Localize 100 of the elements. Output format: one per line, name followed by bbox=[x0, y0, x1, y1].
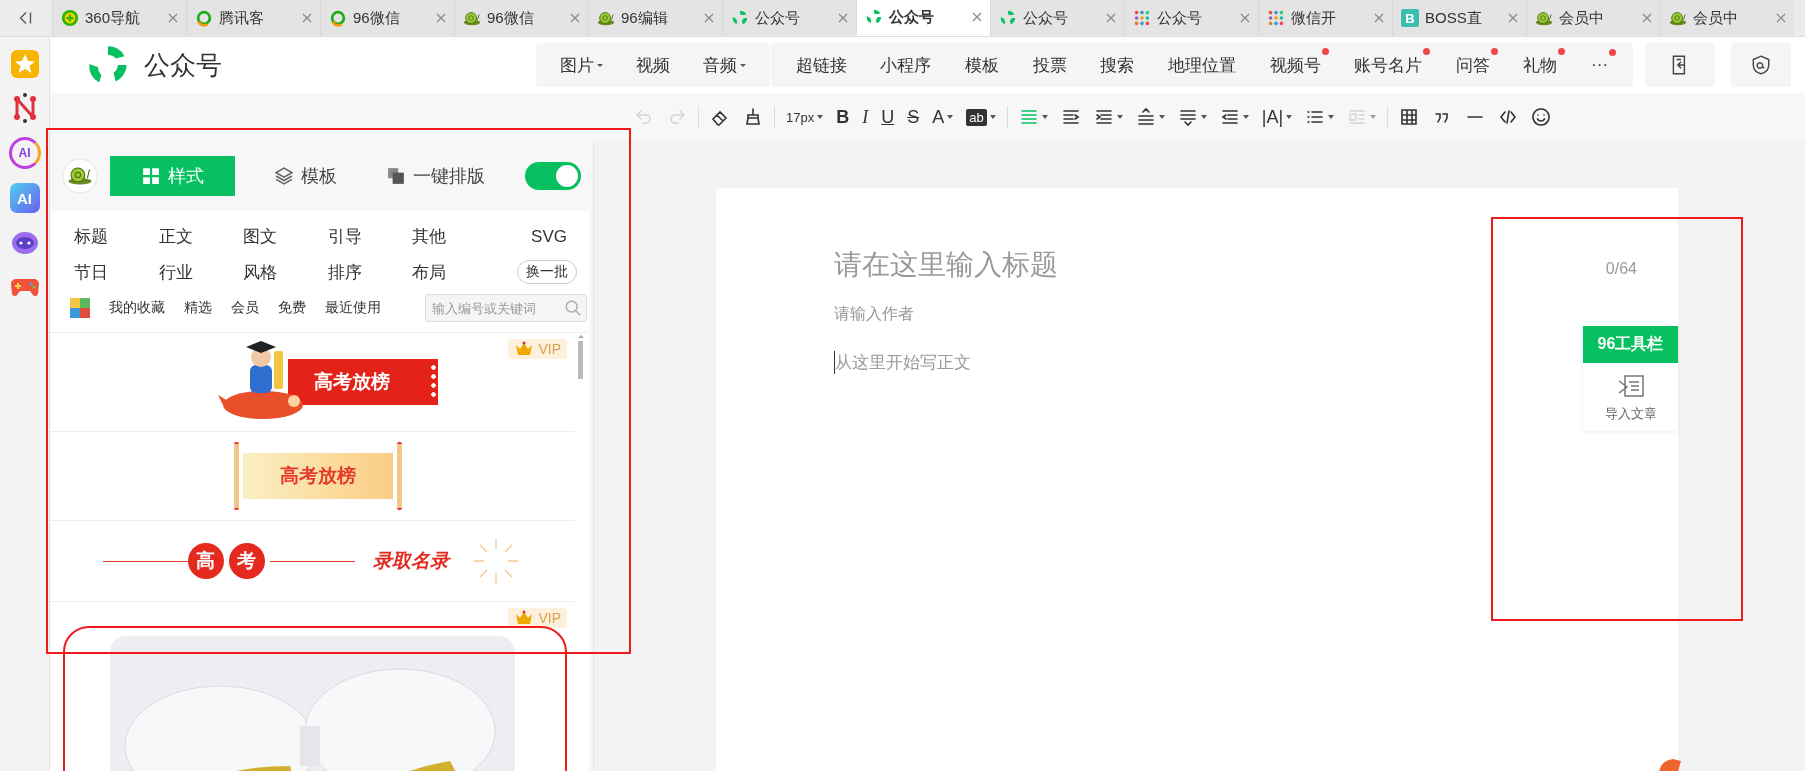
notification-dot bbox=[1321, 47, 1329, 55]
search-field[interactable]: 输入编号或关键词 bbox=[425, 294, 587, 322]
color-grid-icon[interactable] bbox=[70, 298, 90, 318]
insert-button[interactable]: 搜索 bbox=[1096, 47, 1139, 83]
browser-tab[interactable]: 公众号 bbox=[722, 0, 856, 36]
close-icon[interactable] bbox=[1374, 13, 1384, 23]
close-icon[interactable] bbox=[972, 12, 982, 22]
tab-title: 微信开 bbox=[1291, 8, 1337, 28]
category-link[interactable]: 图文 bbox=[241, 225, 326, 248]
snail-icon bbox=[1535, 9, 1553, 27]
media-button[interactable]: 视频 bbox=[632, 47, 674, 83]
category-link[interactable]: 其他 bbox=[410, 225, 495, 248]
star-app-icon[interactable] bbox=[9, 49, 40, 79]
insert-button[interactable]: ··· bbox=[1587, 49, 1613, 81]
ai-app-icon[interactable]: AI bbox=[8, 137, 41, 169]
category-link[interactable]: SVG bbox=[494, 226, 579, 247]
browser-tab[interactable]: 腾讯客 bbox=[186, 0, 320, 36]
tab-title: 公众号 bbox=[889, 7, 935, 27]
category-link[interactable]: 节日 bbox=[72, 260, 157, 284]
filter-link[interactable]: 会员 bbox=[231, 299, 259, 317]
filter-link[interactable]: 我的收藏 bbox=[109, 299, 165, 317]
media-button[interactable]: 图片 bbox=[556, 47, 608, 83]
close-icon[interactable] bbox=[1240, 13, 1250, 23]
browser-tab[interactable]: 公众号 bbox=[990, 0, 1124, 36]
panel-tab[interactable]: 一键排版 bbox=[377, 156, 495, 196]
media-button[interactable]: 音频 bbox=[698, 47, 750, 83]
category-link[interactable]: 引导 bbox=[325, 225, 410, 248]
close-icon[interactable] bbox=[436, 13, 446, 23]
close-icon[interactable] bbox=[168, 13, 178, 23]
close-icon[interactable] bbox=[1508, 13, 1518, 23]
vip-badge: VIP bbox=[508, 339, 567, 359]
category-link[interactable]: 布局 bbox=[410, 260, 495, 284]
template-heading: 录取名录 bbox=[372, 549, 449, 573]
category-link[interactable]: 正文 bbox=[156, 225, 241, 248]
insert-button[interactable]: 视频号 bbox=[1265, 47, 1325, 83]
insert-button[interactable]: 超链接 bbox=[791, 47, 851, 83]
dots-grid-icon bbox=[1133, 9, 1151, 27]
format-button[interactable]: ab bbox=[964, 103, 998, 131]
swirl-logo-icon bbox=[731, 9, 749, 27]
dots-grid-icon bbox=[1267, 9, 1285, 27]
browser-tab[interactable]: B BOSS直 bbox=[1392, 0, 1526, 36]
insert-button[interactable]: 小程序 bbox=[876, 47, 936, 83]
format-button[interactable]: U bbox=[879, 103, 897, 131]
tab-title: 腾讯客 bbox=[219, 8, 265, 28]
close-icon[interactable] bbox=[838, 13, 848, 23]
category-link[interactable]: 排序 bbox=[325, 260, 410, 284]
notification-dot bbox=[1423, 47, 1431, 55]
close-icon[interactable] bbox=[1642, 13, 1652, 23]
format-button[interactable]: I bbox=[860, 103, 871, 131]
browser-tab[interactable]: 会员中 bbox=[1526, 0, 1660, 36]
format-button[interactable]: |A| bbox=[1259, 103, 1295, 131]
format-button[interactable]: 17px bbox=[784, 103, 826, 131]
browser-tab[interactable]: 96编辑 bbox=[588, 0, 722, 36]
scrollbar-thumb[interactable] bbox=[578, 341, 583, 379]
insert-button[interactable]: 问答 bbox=[1451, 47, 1494, 83]
close-icon[interactable] bbox=[1776, 13, 1786, 23]
browser-tab[interactable]: 96微信 bbox=[320, 0, 454, 36]
format-button[interactable]: S bbox=[905, 103, 922, 131]
close-icon[interactable] bbox=[302, 13, 312, 23]
browser-tab[interactable]: 公众号 bbox=[1124, 0, 1258, 36]
caret-icon bbox=[739, 63, 746, 67]
browser-tab[interactable]: 微信开 bbox=[1258, 0, 1392, 36]
panel-tab[interactable]: 模板 bbox=[265, 156, 347, 196]
browser-tab[interactable]: 公众号 bbox=[856, 0, 990, 36]
shield-icon bbox=[1750, 54, 1772, 76]
insert-button[interactable]: 礼物 bbox=[1519, 47, 1562, 83]
filter-link[interactable]: 免费 bbox=[278, 299, 306, 317]
search-icon bbox=[564, 299, 582, 317]
category-link[interactable]: 行业 bbox=[156, 260, 241, 284]
tab-title: 公众号 bbox=[755, 8, 801, 28]
toggle-switch[interactable] bbox=[525, 162, 581, 190]
letter-logo-icon: B bbox=[1401, 9, 1419, 27]
snail-avatar-icon[interactable] bbox=[62, 158, 98, 194]
insert-button[interactable]: 账号名片 bbox=[1350, 47, 1427, 83]
browser-tab[interactable]: 会员中 bbox=[1660, 0, 1794, 36]
category-link[interactable]: 风格 bbox=[241, 260, 326, 284]
notification-dot bbox=[1609, 49, 1617, 56]
caret-icon bbox=[597, 63, 604, 67]
filter-link[interactable]: 精选 bbox=[184, 299, 212, 317]
template-banner: 高考放榜 bbox=[287, 359, 438, 405]
browser-tab[interactable]: 96微信 bbox=[454, 0, 588, 36]
insert-button[interactable]: 地理位置 bbox=[1163, 47, 1240, 83]
tab-title: 360导航 bbox=[85, 8, 142, 28]
import-document-button[interactable] bbox=[1645, 43, 1715, 87]
format-button[interactable]: A bbox=[930, 103, 956, 131]
format-button[interactable]: B bbox=[834, 103, 852, 131]
filter-link[interactable]: 最近使用 bbox=[325, 299, 381, 317]
character-counter: 0/64 bbox=[1605, 260, 1637, 278]
insert-button[interactable]: 模板 bbox=[961, 47, 1004, 83]
browser-tab[interactable]: 360导航 bbox=[52, 0, 186, 36]
insert-button[interactable]: 投票 bbox=[1028, 47, 1071, 83]
close-icon[interactable] bbox=[704, 13, 714, 23]
snail-icon bbox=[463, 9, 481, 27]
close-icon[interactable] bbox=[570, 13, 580, 23]
import-article-button[interactable]: 导入文章 bbox=[1583, 363, 1678, 431]
template-scroll: 高考放榜 bbox=[242, 453, 393, 499]
tab-title: 公众号 bbox=[1157, 8, 1203, 28]
close-icon[interactable] bbox=[1106, 13, 1116, 23]
category-link[interactable]: 标题 bbox=[72, 225, 157, 248]
shield-button[interactable] bbox=[1731, 43, 1791, 87]
